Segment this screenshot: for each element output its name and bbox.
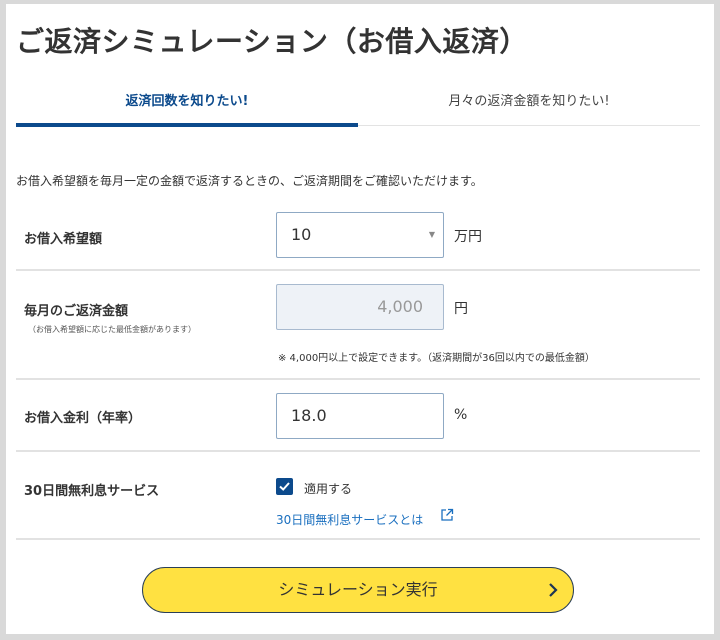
interest-rate-input[interactable]: 18.0 — [276, 393, 444, 439]
run-simulation-button[interactable]: シミュレーション実行 — [142, 567, 574, 613]
monthly-payment-note: ※ 4,000円以上で設定できます。（返済期間が36回以内での最低金額） — [278, 353, 595, 364]
tab-repayment-count[interactable]: 返済回数を知りたい! — [16, 82, 358, 127]
external-link-icon[interactable] — [440, 508, 454, 522]
loan-amount-select[interactable]: 10 ▼ — [276, 212, 444, 258]
row-divider — [16, 269, 700, 271]
run-simulation-label: シミュレーション実行 — [278, 580, 438, 599]
monthly-payment-input[interactable]: 4,000 — [276, 284, 444, 330]
page-title: ご返済シミュレーション（お借入返済） — [16, 25, 528, 58]
tab-bar: 返済回数を知りたい! 月々の返済金額を知りたい! — [16, 82, 700, 127]
interest-rate-unit: % — [454, 407, 468, 423]
row-divider — [16, 450, 700, 452]
interest-free-checkbox-label[interactable]: 適用する — [304, 480, 352, 497]
interest-rate-label: お借入金利（年率） — [24, 411, 142, 426]
checkmark-icon — [279, 482, 290, 491]
row-divider — [16, 378, 700, 380]
monthly-payment-label: 毎月のご返済金額 — [24, 304, 129, 319]
interest-free-label: 30日間無利息サービス — [24, 484, 160, 499]
simulation-panel: ご返済シミュレーション（お借入返済） 返済回数を知りたい! 月々の返済金額を知り… — [6, 4, 714, 634]
loan-amount-unit: 万円 — [454, 229, 482, 245]
loan-amount-label: お借入希望額 — [24, 232, 103, 247]
intro-text: お借入希望額を毎月一定の金額で返済するときの、ご返済期間をご確認いただけます。 — [16, 174, 483, 188]
monthly-payment-unit: 円 — [454, 301, 468, 317]
caret-down-icon: ▼ — [428, 230, 435, 239]
loan-amount-value: 10 — [291, 225, 312, 244]
interest-free-checkbox[interactable] — [276, 478, 293, 495]
chevron-right-icon — [549, 583, 558, 597]
row-divider — [16, 538, 700, 540]
tab-monthly-amount[interactable]: 月々の返済金額を知りたい! — [358, 82, 700, 126]
monthly-payment-sublabel: （お借入希望額に応じた最低金額があります） — [28, 325, 196, 334]
interest-free-info-link[interactable]: 30日間無利息サービスとは — [276, 511, 423, 528]
